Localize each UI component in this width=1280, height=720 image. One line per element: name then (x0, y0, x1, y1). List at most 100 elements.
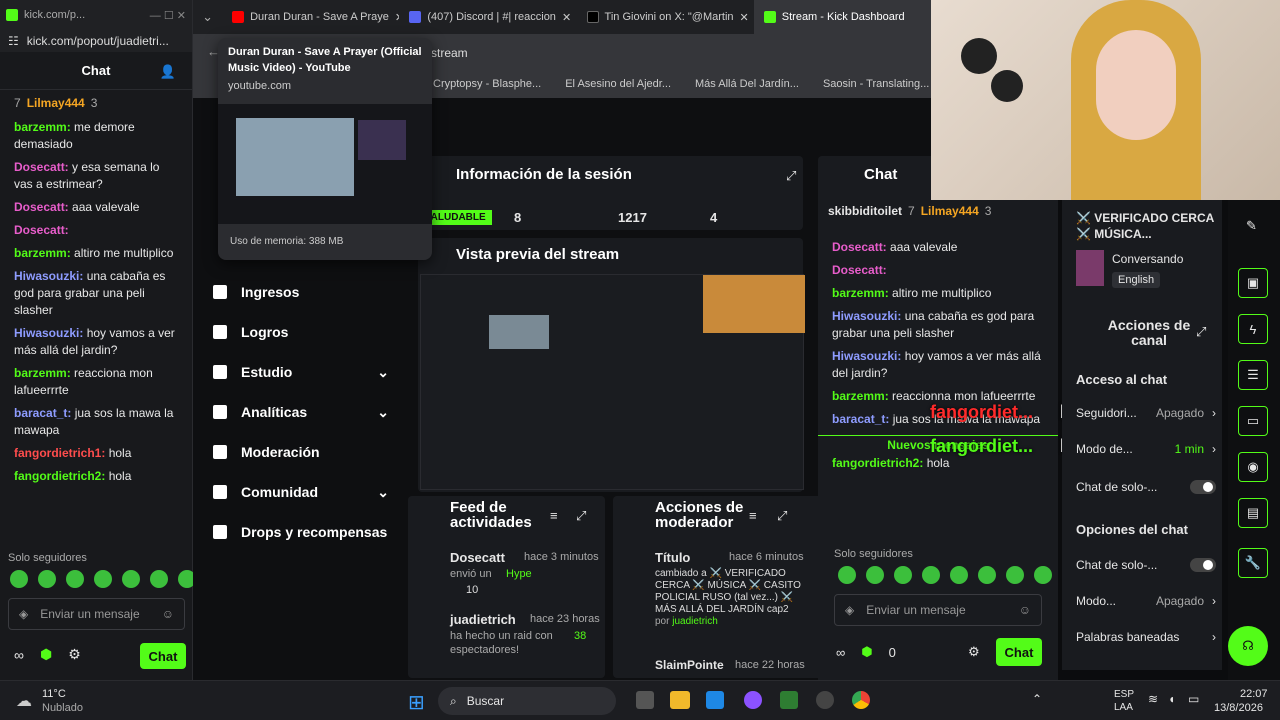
taskbar-search[interactable]: ⌕ Buscar (438, 687, 616, 715)
emote-icon[interactable] (1006, 566, 1024, 584)
chrome-icon[interactable] (852, 691, 870, 709)
chat-username[interactable]: Dosecatt: (14, 160, 69, 174)
chat-input[interactable]: ◈ Enviar un mensaje ☺ (8, 598, 185, 630)
chat-username[interactable]: Hiwasouzki: (832, 349, 901, 363)
setting-row[interactable]: Seguidori... Apagado › (1076, 406, 1216, 420)
popout-url-bar[interactable]: ☷ kick.com/popout/juadietri... (0, 30, 192, 52)
bookmark-item[interactable]: Cryptopsy - Blasphe... (433, 78, 541, 90)
expand-icon[interactable]: ⤢ (1196, 324, 1206, 340)
emote-icon[interactable] (922, 566, 940, 584)
toggle-switch[interactable] (1190, 480, 1216, 494)
emote-icon[interactable] (978, 566, 996, 584)
emoji-icon[interactable]: ☺ (1019, 603, 1031, 617)
emote-icon[interactable] (10, 570, 28, 588)
emote-icon[interactable] (866, 566, 884, 584)
emote-icon[interactable] (838, 566, 856, 584)
setting-row[interactable]: Chat de solo-... (1076, 558, 1216, 572)
clock-time[interactable]: 22:07 (1240, 688, 1268, 700)
obs-icon[interactable] (816, 691, 834, 709)
chat-username[interactable]: fangordietrich1: (14, 446, 105, 460)
sidebar-item-analiticas[interactable]: Analíticas ⌄ (193, 392, 403, 432)
expand-icon[interactable]: ⤢ (777, 508, 787, 524)
send-chat-button[interactable]: Chat (996, 638, 1042, 666)
tab-discord[interactable]: (407) Discord | #| reaccion ✕ (399, 0, 576, 34)
sidebar-item-moderacion[interactable]: Moderación (193, 432, 403, 472)
sidebar-item-ingresos[interactable]: Ingresos (193, 272, 403, 312)
chat-username[interactable]: barzemm: (14, 120, 71, 134)
chat-username[interactable]: Hiwasouzki: (832, 309, 901, 323)
settings-icon[interactable]: ⚙ (68, 646, 81, 663)
chat-username[interactable]: Hiwasouzki: (14, 326, 83, 340)
wifi-icon[interactable]: ≋ (1148, 692, 1158, 706)
sidebar-item-estudio[interactable]: Estudio ⌄ (193, 352, 403, 392)
tray-overflow-icon[interactable]: ⌃ (1032, 692, 1042, 706)
chat-username[interactable]: Dosecatt: (14, 200, 69, 214)
mod-by-user[interactable]: juadietrich (672, 616, 718, 627)
chat-username[interactable]: Hiwasouzki: (14, 269, 83, 283)
notes-icon[interactable]: ☰ (1238, 360, 1268, 390)
keyboard-lang[interactable]: ESP (1114, 689, 1134, 700)
chat-bubble-icon[interactable]: ▭ (1238, 406, 1268, 436)
sidebar-item-logros[interactable]: Logros (193, 312, 403, 352)
file-explorer-icon[interactable] (670, 691, 690, 709)
sheets-icon[interactable] (780, 691, 798, 709)
kick-points-icon[interactable]: ⬢ (40, 646, 52, 663)
stream-preview-video[interactable] (420, 274, 805, 490)
battery-icon[interactable]: ▭ (1188, 692, 1199, 706)
tab-kick-dashboard[interactable]: Stream - Kick Dashboard (753, 0, 931, 34)
filter-icon[interactable]: ≡ (550, 508, 558, 523)
pinned-user[interactable]: Lilmay444 (921, 204, 979, 218)
bookmark-item[interactable]: Más Allá Del Jardín... (695, 78, 799, 90)
bookmark-item[interactable]: El Asesino del Ajedr... (565, 78, 671, 90)
filter-icon[interactable]: ≡ (749, 508, 757, 523)
chat-username[interactable]: barzemm: (14, 246, 71, 260)
broadcast-icon[interactable]: ◉ (1238, 452, 1268, 482)
toggle-switch[interactable] (1190, 558, 1216, 572)
wrench-icon[interactable]: 🔧 (1238, 548, 1268, 578)
pinned-user[interactable]: skibbiditoilet (828, 204, 902, 218)
emoji-icon[interactable]: ☺ (162, 607, 174, 621)
sidebar-item-comunidad[interactable]: Comunidad ⌄ (193, 472, 403, 512)
volume-icon[interactable]: ◖ (1168, 692, 1175, 706)
task-view-icon[interactable] (636, 691, 654, 709)
sidebar-item-drops[interactable]: Drops y recompensas (193, 512, 403, 552)
chat-username[interactable]: barzemm: (832, 286, 889, 300)
setting-row[interactable]: Palabras baneadas › (1076, 630, 1216, 644)
start-icon[interactable]: ⊞ (408, 690, 425, 715)
emote-icon[interactable] (150, 570, 168, 588)
tab-youtube[interactable]: Duran Duran - Save A Praye✕ (222, 0, 399, 34)
close-icon[interactable]: ✕ (562, 11, 571, 24)
chat-username[interactable]: Dosecatt: (14, 223, 69, 237)
chat-username[interactable]: Dosecatt: (832, 240, 887, 254)
site-info-icon[interactable]: ☷ (8, 34, 19, 48)
emote-icon[interactable] (1034, 566, 1052, 584)
camera-icon[interactable]: ▣ (1238, 268, 1268, 298)
tab-search-icon[interactable]: ⌄ (193, 9, 222, 25)
chat-username[interactable]: fangordietrich2: (14, 469, 105, 483)
support-headset-icon[interactable]: ☊ (1228, 626, 1268, 666)
feed-user[interactable]: Dosecatt (450, 550, 505, 565)
close-icon[interactable]: ✕ (740, 11, 749, 24)
settings-icon[interactable]: ⚙ (968, 644, 980, 660)
chat-username[interactable]: baracat_t: (14, 406, 71, 420)
copilot-icon[interactable] (744, 691, 762, 709)
setting-row[interactable]: Modo de... 1 min › (1076, 442, 1216, 456)
setting-row[interactable]: Modo... Apagado › (1076, 594, 1216, 608)
emote-icon[interactable] (950, 566, 968, 584)
setting-row[interactable]: Chat de solo-... (1076, 480, 1216, 494)
category-name[interactable]: Conversando (1112, 252, 1183, 266)
chat-username[interactable]: baracat_t: (832, 412, 889, 426)
layout-icon[interactable]: ▤ (1238, 498, 1268, 528)
user-list-icon[interactable]: 👤 (160, 64, 176, 80)
bookmark-item[interactable]: Saosin - Translating... (823, 78, 929, 90)
dash-chat-input[interactable]: ◈ Enviar un mensaje ☺ (834, 594, 1042, 626)
kick-points-icon[interactable]: ⬢ (861, 644, 872, 660)
emote-icon[interactable] (38, 570, 56, 588)
chat-username[interactable]: Dosecatt: (832, 263, 887, 277)
feed-user[interactable]: juadietrich (450, 612, 516, 627)
infinity-icon[interactable]: ∞ (14, 647, 24, 663)
chat-username[interactable]: barzemm: (832, 389, 889, 403)
expand-icon[interactable]: ⤢ (576, 508, 586, 524)
emote-icon[interactable] (66, 570, 84, 588)
infinity-icon[interactable]: ∞ (836, 645, 845, 660)
